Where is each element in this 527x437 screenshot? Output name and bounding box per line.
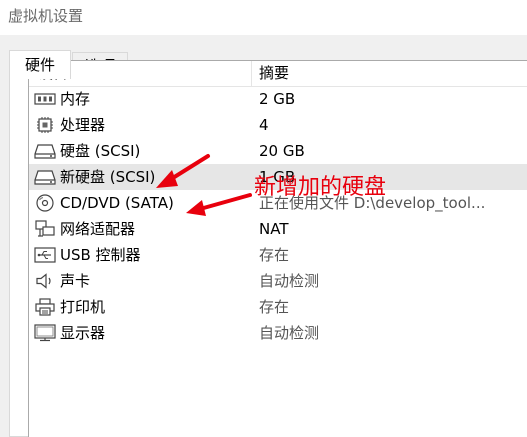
arrow-to-new-hard-disk [186,193,252,216]
annotation-label: 新增加的硬盘 [254,175,387,200]
annotation-arrows [156,154,252,216]
arrow-to-hard-disk [156,154,210,188]
